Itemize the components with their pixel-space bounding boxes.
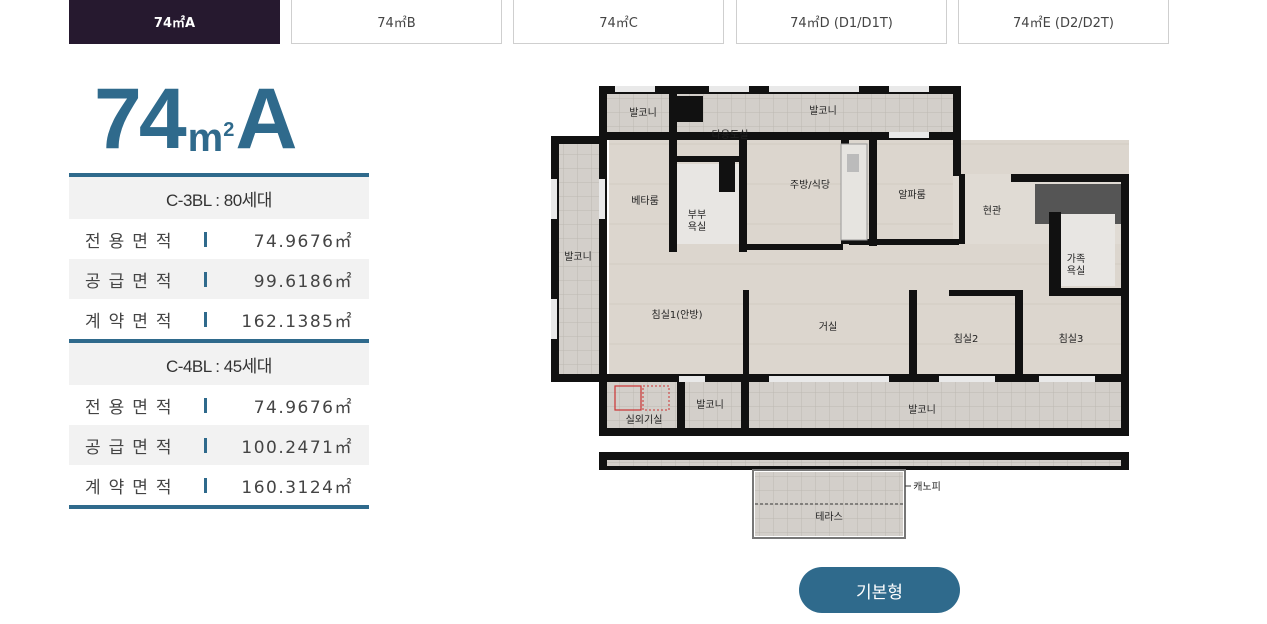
title-unit-m: m	[187, 116, 224, 160]
tab-74a[interactable]: 74㎡A	[69, 0, 280, 44]
room-label-bedroom2: 침실2	[954, 333, 979, 345]
balcony-top-floor	[607, 92, 955, 132]
area-label: 계약면적	[85, 477, 180, 498]
room-label-balcony-top-left: 발코니	[629, 107, 657, 119]
area-row-supply: 공급면적 99.6186㎡	[69, 259, 369, 299]
separator-bar	[204, 438, 207, 453]
area-row-exclusive: 전용면적 74.9676㎡	[69, 219, 369, 259]
title-type: A	[235, 71, 298, 167]
area-value: 74.9676㎡	[253, 231, 353, 252]
area-row-supply: 공급면적 100.2471㎡	[69, 425, 369, 465]
separator-bar	[204, 398, 207, 413]
room-label-living-room: 거실	[819, 321, 837, 333]
room-label-outdoor-unit: 실외기실	[626, 414, 663, 426]
title-unit: m2	[187, 116, 235, 160]
separator-bar	[204, 272, 207, 287]
room-label-alpha-room: 알파룸	[898, 189, 926, 201]
area-label: 전용면적	[85, 231, 180, 252]
separator-bar	[204, 312, 207, 327]
area-value: 160.3124㎡	[241, 477, 353, 498]
floor-plan: 발코니 발코니 다용도실 베타룸 부부 욕실 주방/식당 알파룸 현관 발코니 가…	[551, 86, 1129, 539]
tab-74c[interactable]: 74㎡C	[513, 0, 724, 44]
table-divider	[69, 505, 369, 509]
area-label: 전용면적	[85, 397, 180, 418]
room-label-terrace: 테라스	[815, 511, 843, 523]
kitchen-sink	[847, 154, 859, 172]
area-row-exclusive: 전용면적 74.9676㎡	[69, 385, 369, 425]
area-label: 공급면적	[85, 437, 180, 458]
room-label-canopy: 캐노피	[913, 481, 941, 493]
room-label-kitchen: 주방/식당	[790, 179, 830, 191]
tab-74e[interactable]: 74㎡E (D2/D2T)	[958, 0, 1169, 44]
room-label-balcony-left: 발코니	[564, 251, 592, 263]
tab-74b[interactable]: 74㎡B	[291, 0, 502, 44]
title-unit-sup: 2	[223, 119, 234, 141]
area-label: 공급면적	[85, 271, 180, 292]
room-label-entrance: 현관	[983, 205, 1001, 217]
block-heading-c4: C-4BL : 45세대	[69, 343, 369, 385]
room-label-balcony-top: 발코니	[809, 105, 837, 117]
room-label-bedroom3: 침실3	[1059, 333, 1084, 345]
area-row-contract: 계약면적 160.3124㎡	[69, 465, 369, 505]
area-value: 74.9676㎡	[253, 397, 353, 418]
room-label-couple-bath: 부부 욕실	[688, 210, 706, 233]
title-number: 74	[94, 71, 187, 167]
area-value: 100.2471㎡	[241, 437, 353, 458]
room-label-balcony-bottom-small: 발코니	[696, 399, 724, 411]
block-heading-c3: C-3BL : 80세대	[69, 177, 369, 219]
area-row-contract: 계약면적 162.1385㎡	[69, 299, 369, 339]
area-label: 계약면적	[85, 311, 180, 332]
room-label-beta-room: 베타룸	[631, 195, 659, 207]
room-label-utility: 다용도실	[712, 129, 749, 141]
room-label-balcony-bottom: 발코니	[908, 404, 936, 416]
area-value: 162.1385㎡	[241, 311, 353, 332]
tab-74d[interactable]: 74㎡D (D1/D1T)	[736, 0, 947, 44]
room-label-master-bedroom: 침실1(안방)	[652, 309, 703, 321]
basic-type-button[interactable]: 기본형	[799, 567, 960, 613]
area-table: C-3BL : 80세대 전용면적 74.9676㎡ 공급면적 99.6186㎡…	[69, 173, 369, 509]
unit-type-title: 74 m2 A	[94, 62, 297, 162]
separator-bar	[204, 232, 207, 247]
separator-bar	[204, 478, 207, 493]
area-value: 99.6186㎡	[253, 271, 353, 292]
